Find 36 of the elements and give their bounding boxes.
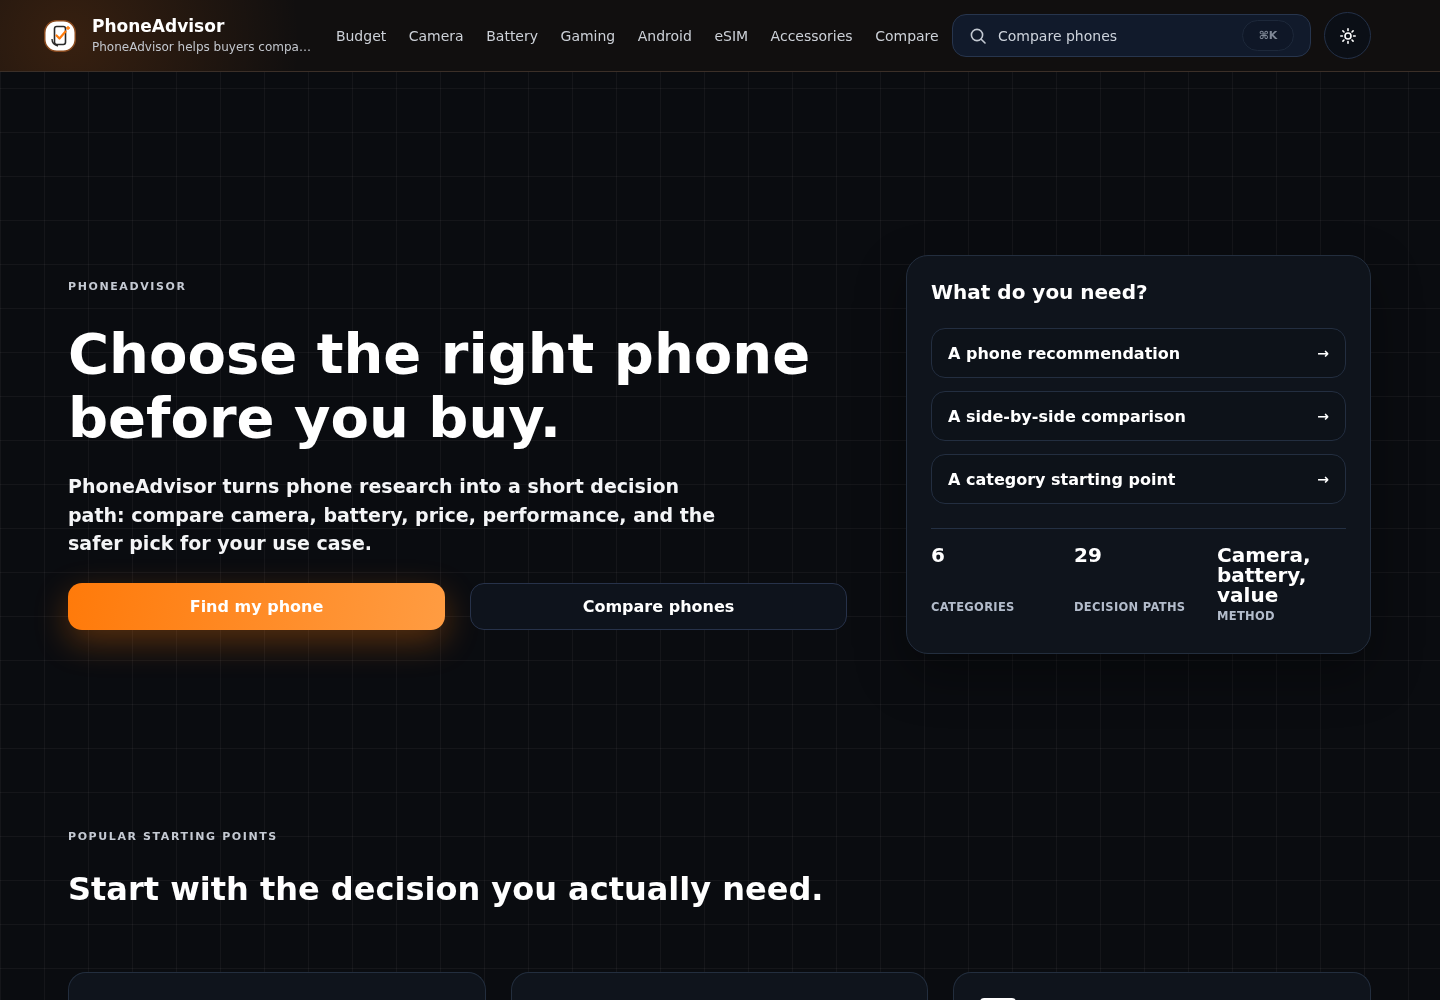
brand-tagline: PhoneAdvisor helps buyers compa… (92, 38, 311, 56)
arrow-icon: → (1317, 408, 1329, 424)
arrow-icon: → (1317, 471, 1329, 487)
phone-check-icon (44, 19, 76, 52)
card-title: What do you need? (931, 280, 1149, 304)
section-heading: Start with the decision you actually need. (68, 869, 824, 909)
stat-label: DECISION PATHS (1074, 600, 1186, 614)
need-option[interactable]: A phone recommendation → (931, 328, 1346, 378)
brand-name: PhoneAdvisor (92, 15, 226, 36)
starting-point-card[interactable] (510, 972, 929, 1000)
secondary-button[interactable]: Compare phones (470, 582, 847, 630)
nav-link[interactable]: eSIM (714, 25, 749, 46)
need-option[interactable]: A category starting point → (931, 454, 1346, 504)
nav-link[interactable]: Battery (486, 25, 539, 46)
nav-link[interactable]: Camera (408, 25, 464, 46)
nav-link[interactable]: Android (637, 25, 692, 46)
stat-label: METHOD (1217, 609, 1275, 623)
stat-value: Camera, battery, value (1217, 545, 1312, 605)
theme-toggle-button[interactable] (1324, 12, 1371, 59)
sun-icon (1339, 27, 1356, 44)
starting-point-card[interactable] (953, 972, 1371, 1000)
hero-headline: Choose the right phone before you buy. (68, 322, 812, 451)
stat-label: CATEGORIES (931, 600, 1015, 614)
eyebrow-label: POPULAR STARTING POINTS (68, 829, 278, 845)
stat-value: 6 (931, 545, 945, 565)
stat-value: 29 (1074, 545, 1102, 565)
arrow-icon: → (1317, 345, 1329, 361)
starting-point-card[interactable] (68, 972, 486, 1000)
eyebrow-label: PHONEADVISOR (68, 279, 187, 296)
hero-lead: PhoneAdvisor turns phone research into a short decision path: compare camera, battery, price, performance, and the safer pick for your use case. (68, 474, 717, 557)
search-icon (970, 28, 986, 44)
nav-link[interactable]: Gaming (560, 25, 616, 46)
nav-link[interactable]: Budget (335, 25, 387, 46)
nav-link[interactable]: Compare (875, 25, 939, 46)
need-option[interactable]: A side-by-side comparison → (931, 391, 1346, 441)
nav-link[interactable]: Accessories (770, 25, 853, 46)
